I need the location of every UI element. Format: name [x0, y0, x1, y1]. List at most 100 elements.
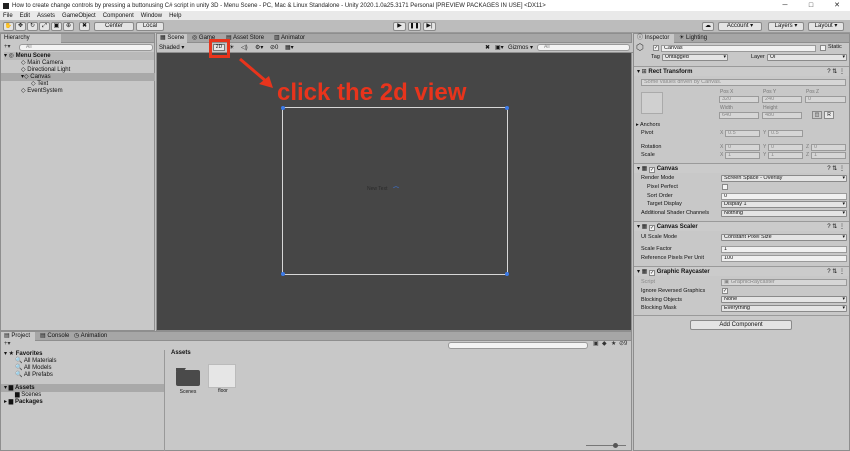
canvas-scaler-menu-icon[interactable]: ? ⇅ ⋮ — [827, 222, 845, 232]
canvas-new-text[interactable]: New Text — [367, 186, 387, 192]
pixel-perfect-checkbox[interactable] — [722, 184, 728, 190]
step-button[interactable]: ▶| — [423, 22, 436, 31]
layer-dropdown[interactable]: UI — [767, 54, 847, 61]
play-button[interactable]: ▶ — [393, 22, 406, 31]
tab-scene[interactable]: ▦ Scene — [157, 34, 187, 43]
menu-component[interactable]: Component — [103, 13, 134, 19]
canvas-handle-tl[interactable] — [281, 106, 285, 110]
custom-tool-button[interactable]: ✖ — [79, 22, 90, 31]
active-checkbox[interactable]: ✓ — [653, 45, 659, 51]
project-search-input[interactable] — [448, 342, 588, 349]
effects-dropdown[interactable]: ⚙▾ — [255, 44, 263, 51]
tab-animation[interactable]: ◷ Animation — [71, 332, 115, 341]
star-icon[interactable]: ★ — [611, 340, 616, 348]
scale-y-value: 1 — [771, 152, 775, 158]
packages-folder[interactable]: ▸ ▆ Packages — [4, 398, 43, 406]
scene-search-input[interactable]: All — [537, 44, 630, 51]
canvas-component-menu-icon[interactable]: ? ⇅ ⋮ — [827, 164, 845, 174]
static-checkbox[interactable] — [820, 45, 826, 51]
scale-tool-button[interactable]: ⤢ — [39, 22, 50, 31]
asset-scenes[interactable]: Scenes — [174, 365, 202, 395]
anchors-foldout[interactable]: ▸ Anchors — [636, 121, 660, 129]
tools-icon[interactable]: ✖ — [485, 44, 490, 51]
canvas-rect[interactable]: New Text ⌒ — [281, 106, 509, 276]
sort-order-field[interactable]: 0 — [721, 193, 847, 200]
raycaster-enabled-checkbox[interactable]: ✓ — [649, 270, 656, 276]
raw-edit-button[interactable]: R — [824, 111, 834, 119]
scale-factor-field[interactable]: 1 — [721, 246, 847, 253]
camera-settings-icon[interactable]: ▣▾ — [495, 44, 504, 51]
canvas-scaler-header[interactable]: ▾ ▦ ✓ Canvas Scaler ? ⇅ ⋮ — [634, 221, 849, 231]
hidden-objects-toggle[interactable]: ⊘0 — [270, 44, 278, 51]
scale-x-axis: X — [720, 152, 724, 158]
anchor-preset-icon[interactable] — [641, 92, 663, 114]
hierarchy-item-canvas[interactable]: ▾◇ Canvas — [1, 73, 155, 81]
menu-edit[interactable]: Edit — [20, 13, 30, 19]
pause-button[interactable]: ❚❚ — [408, 22, 421, 31]
menu-window[interactable]: Window — [141, 13, 162, 19]
menu-assets[interactable]: Assets — [37, 13, 55, 19]
minimize-button[interactable]: ─ — [772, 0, 798, 11]
tab-hierarchy[interactable]: Hierarchy — [1, 34, 61, 43]
filter-label-icon[interactable]: ◆ — [602, 340, 607, 348]
pos-x-value: 320 — [722, 96, 732, 102]
blocking-mask-dropdown[interactable]: Everything — [721, 305, 847, 312]
scene-panel: ▦ Scene ◎ Game ▤ Asset Store ▥ Animator … — [156, 33, 633, 331]
account-dropdown[interactable]: Account ▾ — [718, 22, 762, 31]
create-plus-icon[interactable]: +▾ — [4, 43, 11, 51]
blueprint-mode-icon[interactable]: ◫ — [812, 111, 822, 119]
canvas-component-header[interactable]: ▾ ▦ ✓ Canvas ? ⇅ ⋮ — [634, 163, 849, 173]
maximize-button[interactable]: □ — [798, 0, 824, 11]
move-tool-button[interactable]: ✥ — [15, 22, 26, 31]
canvas-handle-bl[interactable] — [281, 272, 285, 276]
menu-file[interactable]: File — [3, 13, 13, 19]
rect-tool-button[interactable]: ▣ — [51, 22, 62, 31]
tab-console[interactable]: ▤ Console — [37, 332, 69, 341]
blocking-objects-dropdown[interactable]: None — [721, 296, 847, 303]
transform-tool-button[interactable]: ⊕ — [63, 22, 74, 31]
menu-gameobject[interactable]: GameObject — [62, 13, 96, 19]
graphic-raycaster-header[interactable]: ▾ ▦ ✓ Graphic Raycaster ? ⇅ ⋮ — [634, 266, 849, 276]
cloud-icon[interactable]: ☁ — [702, 22, 714, 31]
canvas-scaler-enabled-checkbox[interactable]: ✓ — [649, 225, 656, 231]
audio-toggle-icon[interactable]: ◁) — [241, 44, 248, 51]
tag-dropdown[interactable]: Untagged — [662, 54, 728, 61]
menu-help[interactable]: Help — [169, 13, 181, 19]
zoom-slider-handle[interactable] — [613, 443, 618, 448]
shader-channels-dropdown[interactable]: Nothing — [721, 210, 847, 217]
tab-lighting[interactable]: ☀ Lighting — [676, 34, 712, 43]
asset-floor[interactable]: floor — [208, 364, 238, 396]
shading-mode-dropdown[interactable]: Shaded ▾ — [159, 44, 184, 51]
pivot-local-toggle[interactable]: Local — [136, 22, 164, 31]
rotate-tool-button[interactable]: ↻ — [27, 22, 38, 31]
canvas-handle-br[interactable] — [505, 272, 509, 276]
filter-type-icon[interactable]: ▣ — [593, 340, 599, 348]
ignore-reversed-checkbox[interactable]: ✓ — [722, 288, 728, 294]
add-component-button[interactable]: Add Component — [690, 320, 792, 330]
render-mode-dropdown[interactable]: Screen Space - Overlay — [721, 175, 847, 182]
gizmos-dropdown[interactable]: Gizmos ▾ — [508, 44, 533, 51]
zoom-slider[interactable] — [586, 443, 626, 448]
canvas-enabled-checkbox[interactable]: ✓ — [649, 167, 656, 173]
ref-ppu-field[interactable]: 100 — [721, 255, 847, 262]
target-display-dropdown[interactable]: Display 1 — [721, 201, 847, 208]
layers-dropdown[interactable]: Layers ▾ — [768, 22, 804, 31]
pivot-center-toggle[interactable]: Center — [94, 22, 134, 31]
close-button[interactable]: ✕ — [824, 0, 850, 11]
hierarchy-search-input[interactable]: All — [19, 44, 153, 51]
hand-tool-button[interactable]: ✋ — [3, 22, 14, 31]
raycaster-menu-icon[interactable]: ? ⇅ ⋮ — [827, 267, 845, 277]
tab-animator[interactable]: ▥ Animator — [271, 34, 315, 43]
project-breadcrumb[interactable]: Assets — [171, 350, 191, 356]
grid-toggle-icon[interactable]: ▦▾ — [285, 44, 294, 51]
layout-dropdown[interactable]: Layout ▾ — [808, 22, 844, 31]
favorite-all-prefabs[interactable]: 🔍 All Prefabs — [15, 371, 53, 379]
canvas-handle-tr[interactable] — [505, 106, 509, 110]
hidden-packages-icon[interactable]: ⊘9 — [619, 340, 627, 348]
object-name-field[interactable]: Canvas — [661, 45, 816, 52]
rect-transform-menu-icon[interactable]: ? ⇅ ⋮ — [827, 67, 845, 77]
hierarchy-item-eventsystem[interactable]: ◇ EventSystem — [21, 87, 63, 95]
project-create-icon[interactable]: +▾ — [4, 340, 11, 348]
rect-transform-header[interactable]: ▾ ⊞ Rect Transform ? ⇅ ⋮ — [634, 66, 849, 76]
ui-scale-mode-dropdown[interactable]: Constant Pixel Size — [721, 234, 847, 241]
